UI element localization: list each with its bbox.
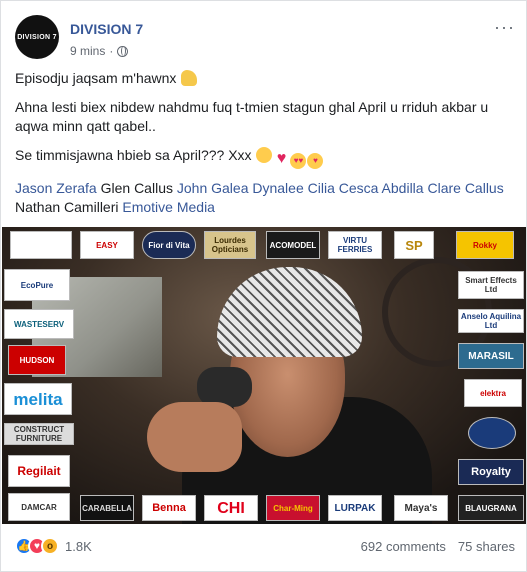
sponsor-logo-bottom-2: Benna — [142, 495, 196, 521]
person-hand — [147, 402, 242, 472]
more-options-button[interactable]: ··· — [494, 18, 515, 36]
wow-reaction-icon[interactable]: o — [41, 537, 59, 555]
sponsor-logo-top-8: Rokky — [456, 231, 514, 259]
sponsor-logo-top-6: VIRTU FERRIES — [328, 231, 382, 259]
page-name-link[interactable]: DIVISION 7 — [70, 21, 143, 37]
sponsor-logo-left-4: melita — [4, 383, 72, 415]
post-line-2: Ahna lesti biex nibdew nahdmu fuq t-tmie… — [15, 99, 489, 134]
sponsor-logo-right-4: elektra — [464, 379, 522, 407]
comments-count-link[interactable]: 692 comments — [361, 539, 446, 554]
page-avatar[interactable]: DIVISION 7 — [15, 15, 59, 59]
sponsor-logo-right-1: Smart Effects Ltd — [458, 271, 524, 299]
sponsor-logo-bottom-6: Maya's — [394, 495, 448, 521]
kiss-face-icon: ♥ — [307, 153, 324, 169]
engagement-stats: 692 comments 75 shares — [361, 539, 515, 554]
tag-7[interactable]: Emotive Media — [122, 199, 215, 215]
sponsor-logo-left-2: WASTESERV — [4, 309, 74, 339]
sponsor-logo-right-6: Royalty — [458, 459, 524, 485]
line-1-text: Episodju jaqsam m'hawnx — [15, 70, 177, 86]
sponsor-logo-top-4: Lourdes Opticians — [204, 231, 256, 259]
tag-2[interactable]: John Galea — [177, 180, 249, 196]
sponsor-logo-bottom-4: Char-Ming — [266, 495, 320, 521]
line-3-text: Se timmisjawna hbieb sa April??? Xxx — [15, 147, 252, 163]
sponsor-logo-top-7: SP — [394, 231, 434, 259]
sponsor-logo-left-1: EcoPure — [4, 269, 70, 301]
sponsor-logo-left-7: DAMCAR — [8, 493, 70, 521]
sponsor-logo-top-1 — [10, 231, 72, 259]
heart-eyes-icon: ♥♥ — [290, 153, 307, 169]
tagged-people: Jason Zerafa Glen Callus John Galea Dyna… — [15, 179, 515, 217]
sponsor-logo-left-3: HUDSON — [8, 345, 66, 375]
tag-1: Glen Callus — [96, 180, 177, 196]
tag-4[interactable]: Cesca Abdilla — [339, 180, 424, 196]
post-line-3: Se timmisjawna hbieb sa April??? Xxx ♥ ♥♥… — [15, 146, 515, 169]
sponsor-logo-bottom-1: CARABELLA — [80, 495, 134, 521]
gun-shape — [197, 367, 252, 407]
sponsor-logo-top-5: ACOMODEL — [266, 231, 320, 259]
avatar-text: DIVISION 7 — [17, 33, 57, 41]
tag-0[interactable]: Jason Zerafa — [15, 180, 97, 196]
flexed-biceps-icon — [181, 70, 198, 86]
sponsor-logo-right-3: MARASIL — [458, 343, 524, 369]
tag-3[interactable]: Dynalee Cilia — [248, 180, 338, 196]
sponsor-logo-right-7: BLAUGRANA — [458, 495, 524, 521]
post-line-1: Episodju jaqsam m'hawnx — [15, 69, 515, 88]
globe-icon[interactable] — [117, 45, 129, 57]
post-text: Episodju jaqsam m'hawnx Ahna lesti biex … — [15, 69, 515, 227]
meta-dot: · — [109, 44, 114, 58]
sleepy-face-icon — [256, 147, 273, 163]
sponsor-logo-bottom-3: CHI — [204, 495, 258, 521]
post-time[interactable]: 9 mins — [70, 44, 105, 58]
shares-count-link[interactable]: 75 shares — [458, 539, 515, 554]
post-meta: 9 mins · — [70, 44, 129, 58]
tag-6: Nathan Camilleri — [15, 199, 123, 215]
post-header: DIVISION 7 DIVISION 7 9 mins · ··· — [15, 15, 515, 65]
post-image[interactable]: EASY Fior di Vita Lourdes Opticians ACOM… — [2, 227, 526, 524]
sponsor-logo-right-2: Anselo Aquilina Ltd — [458, 309, 524, 333]
post-footer: 👍 ♥ o 1.8K 692 comments 75 shares — [15, 531, 515, 561]
sponsor-logo-left-5: CONSTRUCT FURNITURE — [4, 423, 74, 445]
sponsor-logo-top-3: Fior di Vita — [142, 231, 196, 259]
sponsor-logo-right-5 — [468, 417, 516, 449]
reaction-count[interactable]: 1.8K — [65, 539, 92, 554]
red-heart-icon: ♥ — [276, 150, 287, 167]
post-card: DIVISION 7 DIVISION 7 9 mins · ··· Episo… — [0, 0, 527, 572]
sponsor-logo-top-2: EASY — [80, 231, 134, 259]
sponsor-logo-left-6: Regilait — [8, 455, 70, 487]
tag-5[interactable]: Clare Callus — [424, 180, 503, 196]
sponsor-logo-bottom-5: LURPAK — [328, 495, 382, 521]
